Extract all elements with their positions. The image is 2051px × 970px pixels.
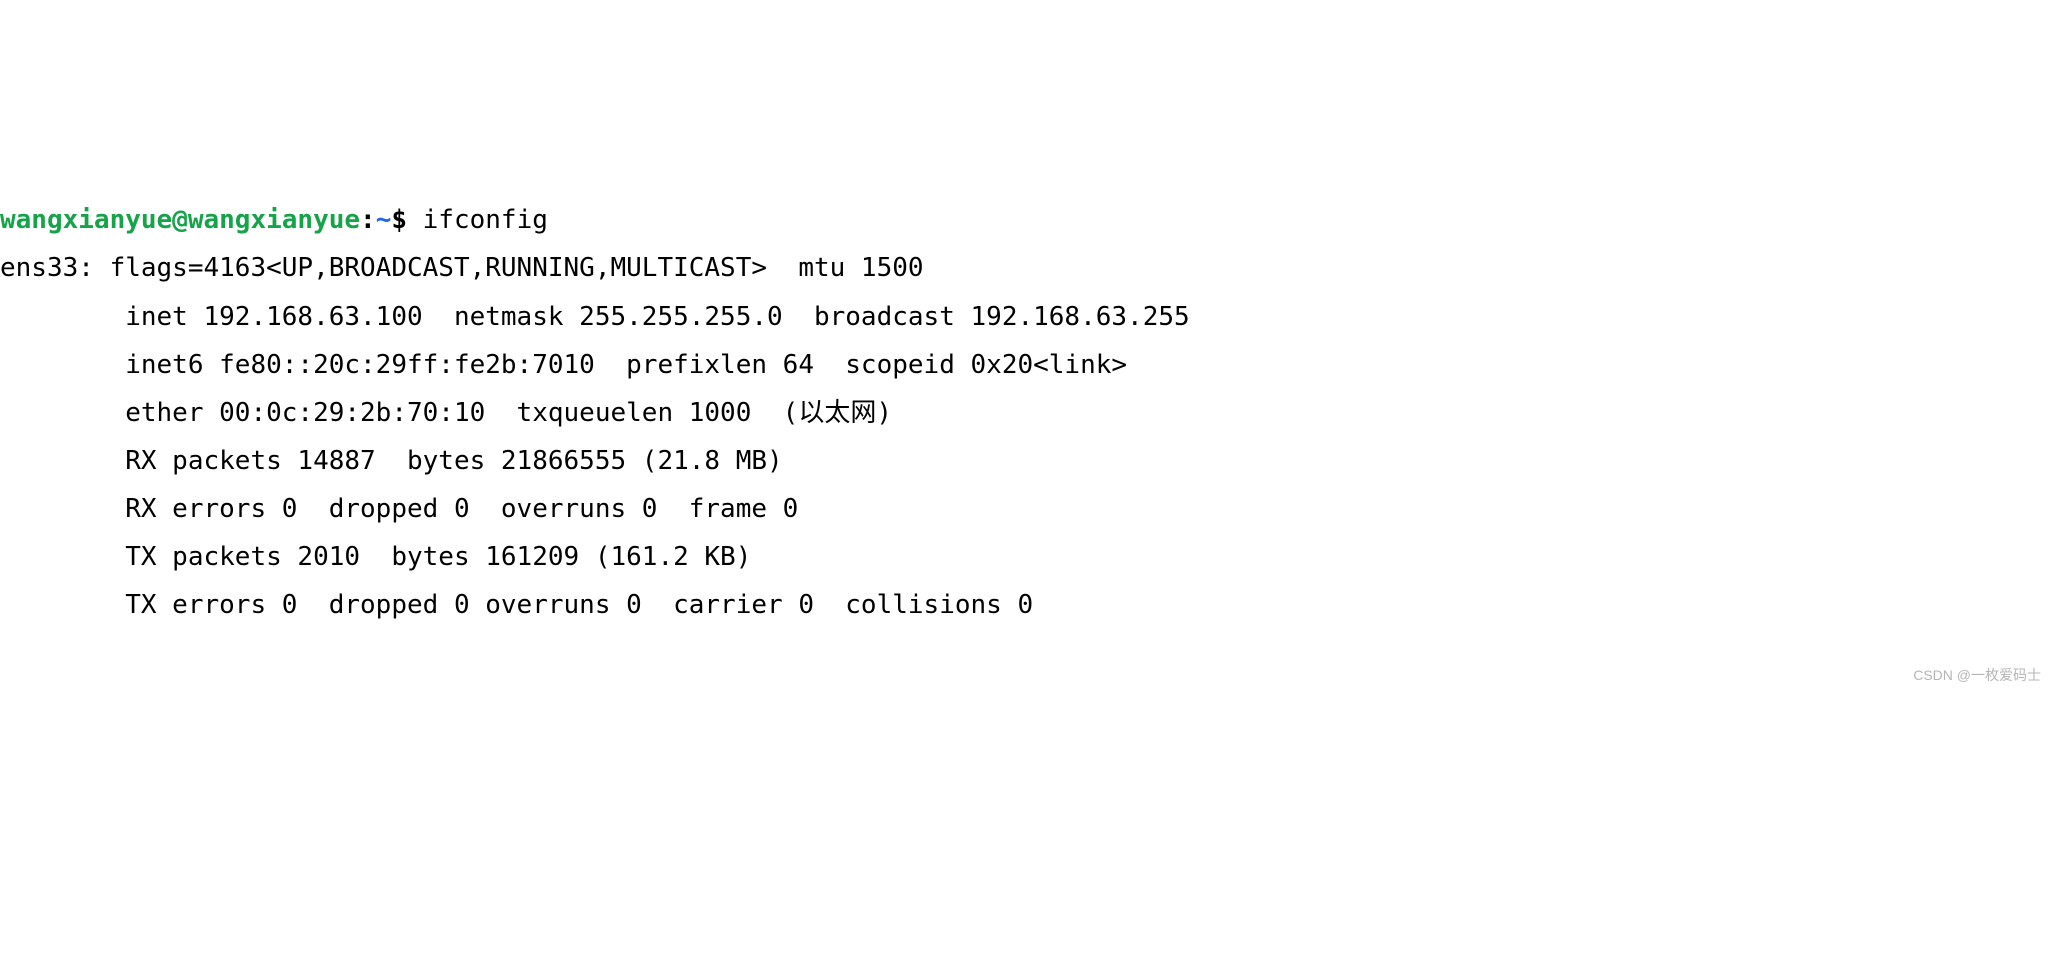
ifconfig-line-tx-packets: TX packets 2010 bytes 161209 (161.2 KB): [0, 542, 751, 572]
ifconfig-line-rx-errors: RX errors 0 dropped 0 overruns 0 frame 0: [0, 494, 798, 524]
ifconfig-line-ether: ether 00:0c:29:2b:70:10 txqueuelen 1000 …: [0, 398, 892, 428]
ifconfig-line-tx-errors: TX errors 0 dropped 0 overruns 0 carrier…: [0, 590, 1033, 620]
ifconfig-line-rx-packets: RX packets 14887 bytes 21866555 (21.8 MB…: [0, 446, 783, 476]
prompt-separator: :: [360, 205, 376, 235]
ifconfig-line-inet: inet 192.168.63.100 netmask 255.255.255.…: [0, 302, 1190, 332]
terminal-output: wangxianyue@wangxianyue:~$ ifconfig ens3…: [0, 196, 2051, 629]
ifconfig-line-interface: ens33: flags=4163<UP,BROADCAST,RUNNING,M…: [0, 253, 924, 283]
prompt-path: ~: [376, 205, 392, 235]
prompt-dollar: $: [391, 205, 407, 235]
command-text: [407, 205, 423, 235]
watermark-text: CSDN @一枚爱码士: [1913, 663, 2041, 689]
command-entered[interactable]: ifconfig: [423, 205, 548, 235]
ifconfig-line-inet6: inet6 fe80::20c:29ff:fe2b:7010 prefixlen…: [0, 350, 1127, 380]
prompt-user-host: wangxianyue@wangxianyue: [0, 205, 360, 235]
